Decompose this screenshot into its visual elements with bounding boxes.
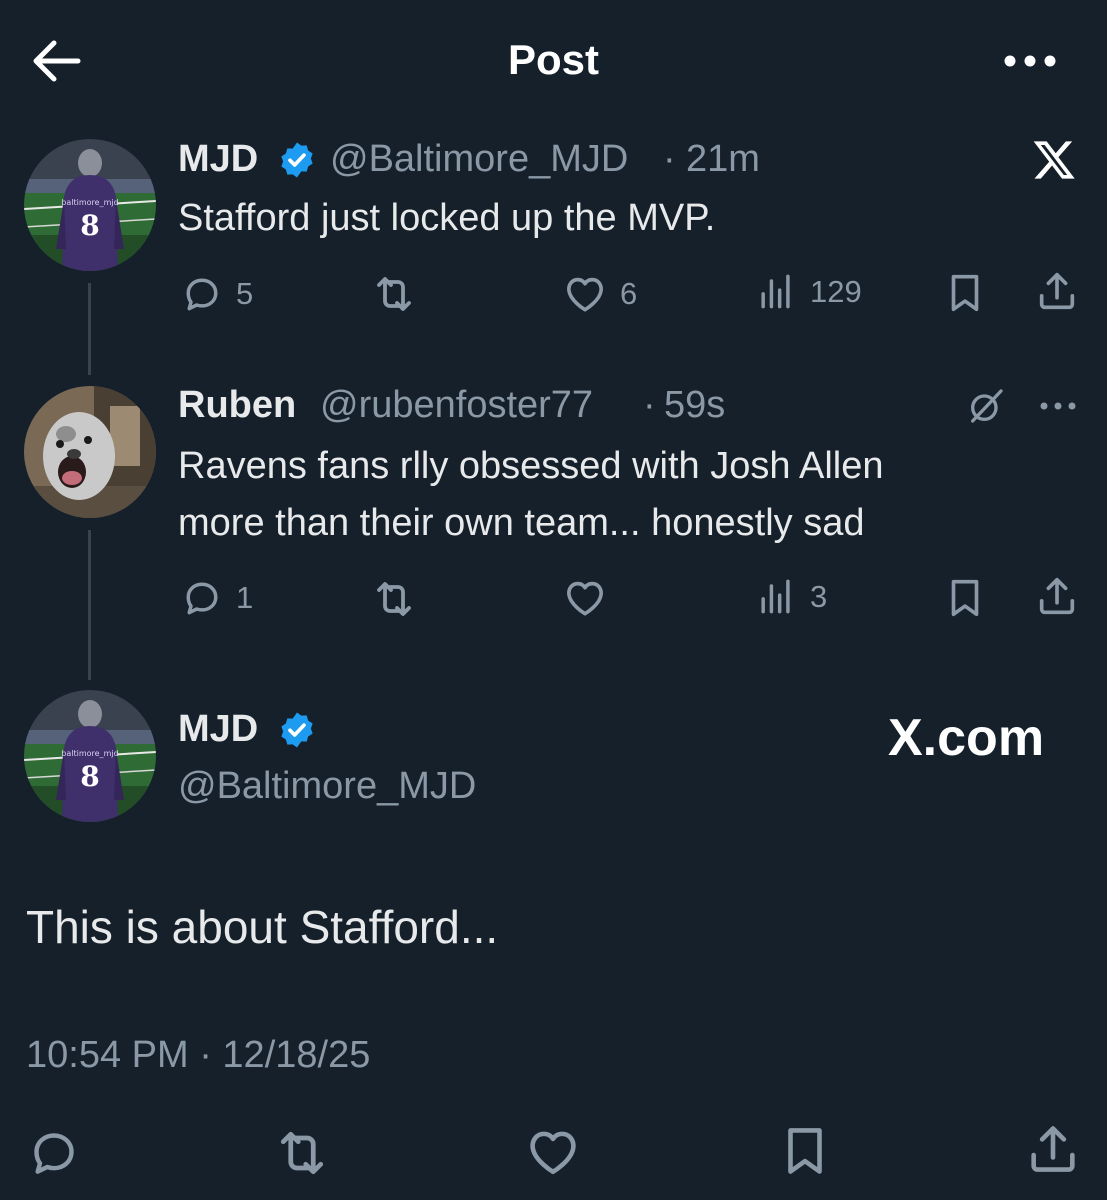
post-text: Stafford just locked up the MVP. <box>178 197 716 239</box>
share-icon <box>1034 268 1080 314</box>
post-timestamp[interactable]: 10:54 PM · 12/18/25 <box>26 1034 370 1077</box>
views-button[interactable]: 3 <box>754 575 827 619</box>
grok-icon[interactable] <box>966 386 1006 431</box>
author-name[interactable]: Ruben <box>178 384 296 427</box>
heart-icon <box>562 271 608 317</box>
share-button[interactable] <box>1024 1120 1082 1178</box>
avatar[interactable] <box>24 386 156 518</box>
page-title: Post <box>507 36 599 83</box>
more-options-button[interactable] <box>1000 44 1060 78</box>
bookmark-icon <box>942 270 988 316</box>
x-logo-icon[interactable] <box>1029 137 1079 188</box>
heart-icon <box>562 575 608 621</box>
like-count: 6 <box>620 276 638 311</box>
thread-line <box>88 283 91 375</box>
author-handle[interactable]: @rubenfoster77 <box>320 384 593 427</box>
views-icon <box>754 270 798 314</box>
reply-icon <box>180 272 224 316</box>
bookmark-button[interactable] <box>942 575 988 621</box>
bookmark-icon <box>942 575 988 621</box>
verified-badge-icon <box>277 710 317 755</box>
author-handle[interactable]: @Baltimore_MJD <box>178 765 476 808</box>
author-name[interactable]: MJD <box>178 138 258 181</box>
avatar[interactable]: baltimore_mjd 8 <box>24 690 156 822</box>
reply-count: 5 <box>236 276 254 311</box>
bookmark-icon <box>776 1122 834 1180</box>
jersey-number: 8 <box>80 209 99 242</box>
retweet-icon <box>370 270 418 318</box>
verified-badge-icon <box>277 140 317 185</box>
view-count: 3 <box>810 579 828 614</box>
avatar[interactable]: baltimore_mjd 8 <box>24 139 156 271</box>
reply-button[interactable]: 5 <box>180 272 253 316</box>
views-icon <box>754 575 798 619</box>
author-handle[interactable]: @Baltimore_MJD <box>330 138 628 181</box>
share-icon <box>1024 1120 1082 1178</box>
heart-icon <box>524 1123 582 1181</box>
jersey-name: baltimore_mjd <box>61 198 118 207</box>
post-time[interactable]: 59s <box>664 384 725 427</box>
reply-count: 1 <box>236 580 254 615</box>
like-button[interactable] <box>562 575 608 621</box>
views-button[interactable]: 129 <box>754 270 862 314</box>
bookmark-button[interactable] <box>942 270 988 316</box>
view-count: 129 <box>810 274 862 309</box>
post-time[interactable]: 21m <box>686 138 760 181</box>
post-text-line-2: more than their own team... honestly sad <box>178 502 865 544</box>
retweet-button[interactable] <box>370 575 418 623</box>
reply-icon <box>180 576 224 620</box>
avatar-image: baltimore_mjd 8 <box>24 690 156 822</box>
more-horizontal-icon[interactable] <box>1038 398 1078 419</box>
like-button[interactable] <box>524 1123 582 1181</box>
retweet-icon <box>370 575 418 623</box>
meta-separator: · <box>643 384 656 426</box>
retweet-button[interactable] <box>370 270 418 318</box>
avatar-image: baltimore_mjd 8 <box>24 139 156 271</box>
post-text: This is about Stafford... <box>26 901 499 953</box>
bookmark-button[interactable] <box>776 1122 834 1180</box>
reply-icon <box>26 1125 82 1181</box>
xcom-watermark: X.com <box>888 709 1045 767</box>
retweet-button[interactable] <box>272 1123 332 1183</box>
jersey-number: 8 <box>80 760 99 793</box>
share-button[interactable] <box>1034 573 1080 619</box>
like-button[interactable]: 6 <box>562 271 637 317</box>
reply-button[interactable]: 1 <box>180 576 253 620</box>
author-name[interactable]: MJD <box>178 708 258 751</box>
retweet-icon <box>272 1123 332 1183</box>
jersey-name: baltimore_mjd <box>61 749 118 758</box>
reply-button[interactable] <box>26 1125 82 1181</box>
share-icon <box>1034 573 1080 619</box>
thread-line <box>88 530 91 680</box>
more-horizontal-icon <box>1004 55 1056 67</box>
post-text-line-1: Ravens fans rlly obsessed with Josh Alle… <box>178 445 884 487</box>
share-button[interactable] <box>1034 268 1080 314</box>
meta-separator: · <box>663 138 676 180</box>
avatar-image <box>24 386 156 518</box>
